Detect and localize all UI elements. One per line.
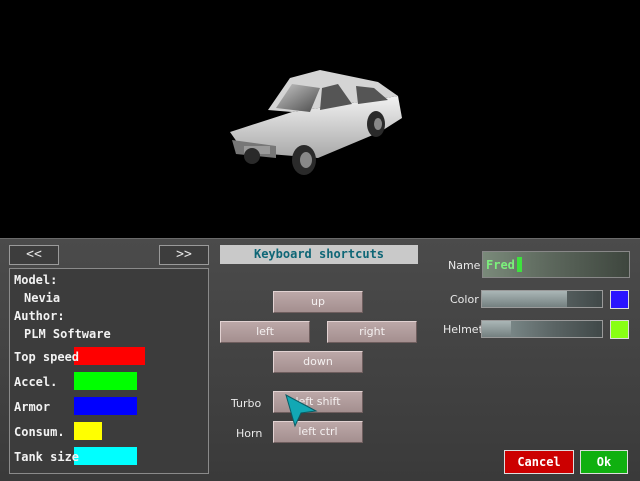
horn-label: Horn	[236, 427, 263, 440]
consumption-bar	[74, 422, 102, 440]
name-label: Name	[448, 259, 481, 272]
model-value: Nevia	[24, 291, 61, 305]
mouse-cursor-icon	[285, 394, 318, 428]
key-up-button[interactable]: up	[273, 291, 363, 313]
keyboard-shortcuts-title: Keyboard shortcuts	[220, 245, 418, 264]
model-label: Model:	[14, 273, 58, 287]
turbo-label: Turbo	[231, 397, 262, 410]
name-value: Fred	[486, 258, 515, 272]
name-input[interactable]: Fred	[482, 251, 630, 278]
color-slider-fill	[482, 291, 568, 307]
armor-label: Armor	[14, 400, 51, 414]
text-cursor	[517, 257, 522, 272]
tank-size-bar	[74, 447, 137, 465]
consumption-label: Consum.	[14, 425, 65, 439]
key-down-button[interactable]: down	[273, 351, 363, 373]
helmet-slider[interactable]	[481, 320, 603, 338]
tank-size-label: Tank size	[14, 450, 80, 464]
armor-bar	[74, 397, 137, 415]
key-right-button[interactable]: right	[327, 321, 417, 343]
color-slider[interactable]	[481, 290, 603, 308]
top-speed-bar	[74, 347, 145, 365]
prev-car-button[interactable]: <<	[9, 245, 59, 265]
accel-bar	[74, 372, 137, 390]
color-label: Color	[450, 293, 479, 306]
key-left-button[interactable]: left	[220, 321, 310, 343]
top-speed-label: Top speed	[14, 350, 80, 364]
cancel-button[interactable]: Cancel	[504, 450, 574, 474]
author-label: Author:	[14, 309, 65, 323]
helmet-label: Helmet	[443, 323, 483, 336]
car-preview	[0, 0, 640, 238]
color-swatch[interactable]	[610, 290, 629, 309]
ok-button[interactable]: Ok	[580, 450, 628, 474]
author-value: PLM Software	[24, 327, 111, 341]
helmet-slider-fill	[482, 321, 511, 337]
next-car-button[interactable]: >>	[159, 245, 209, 265]
car-image	[230, 70, 402, 175]
accel-label: Accel.	[14, 375, 58, 389]
helmet-swatch[interactable]	[610, 320, 629, 339]
